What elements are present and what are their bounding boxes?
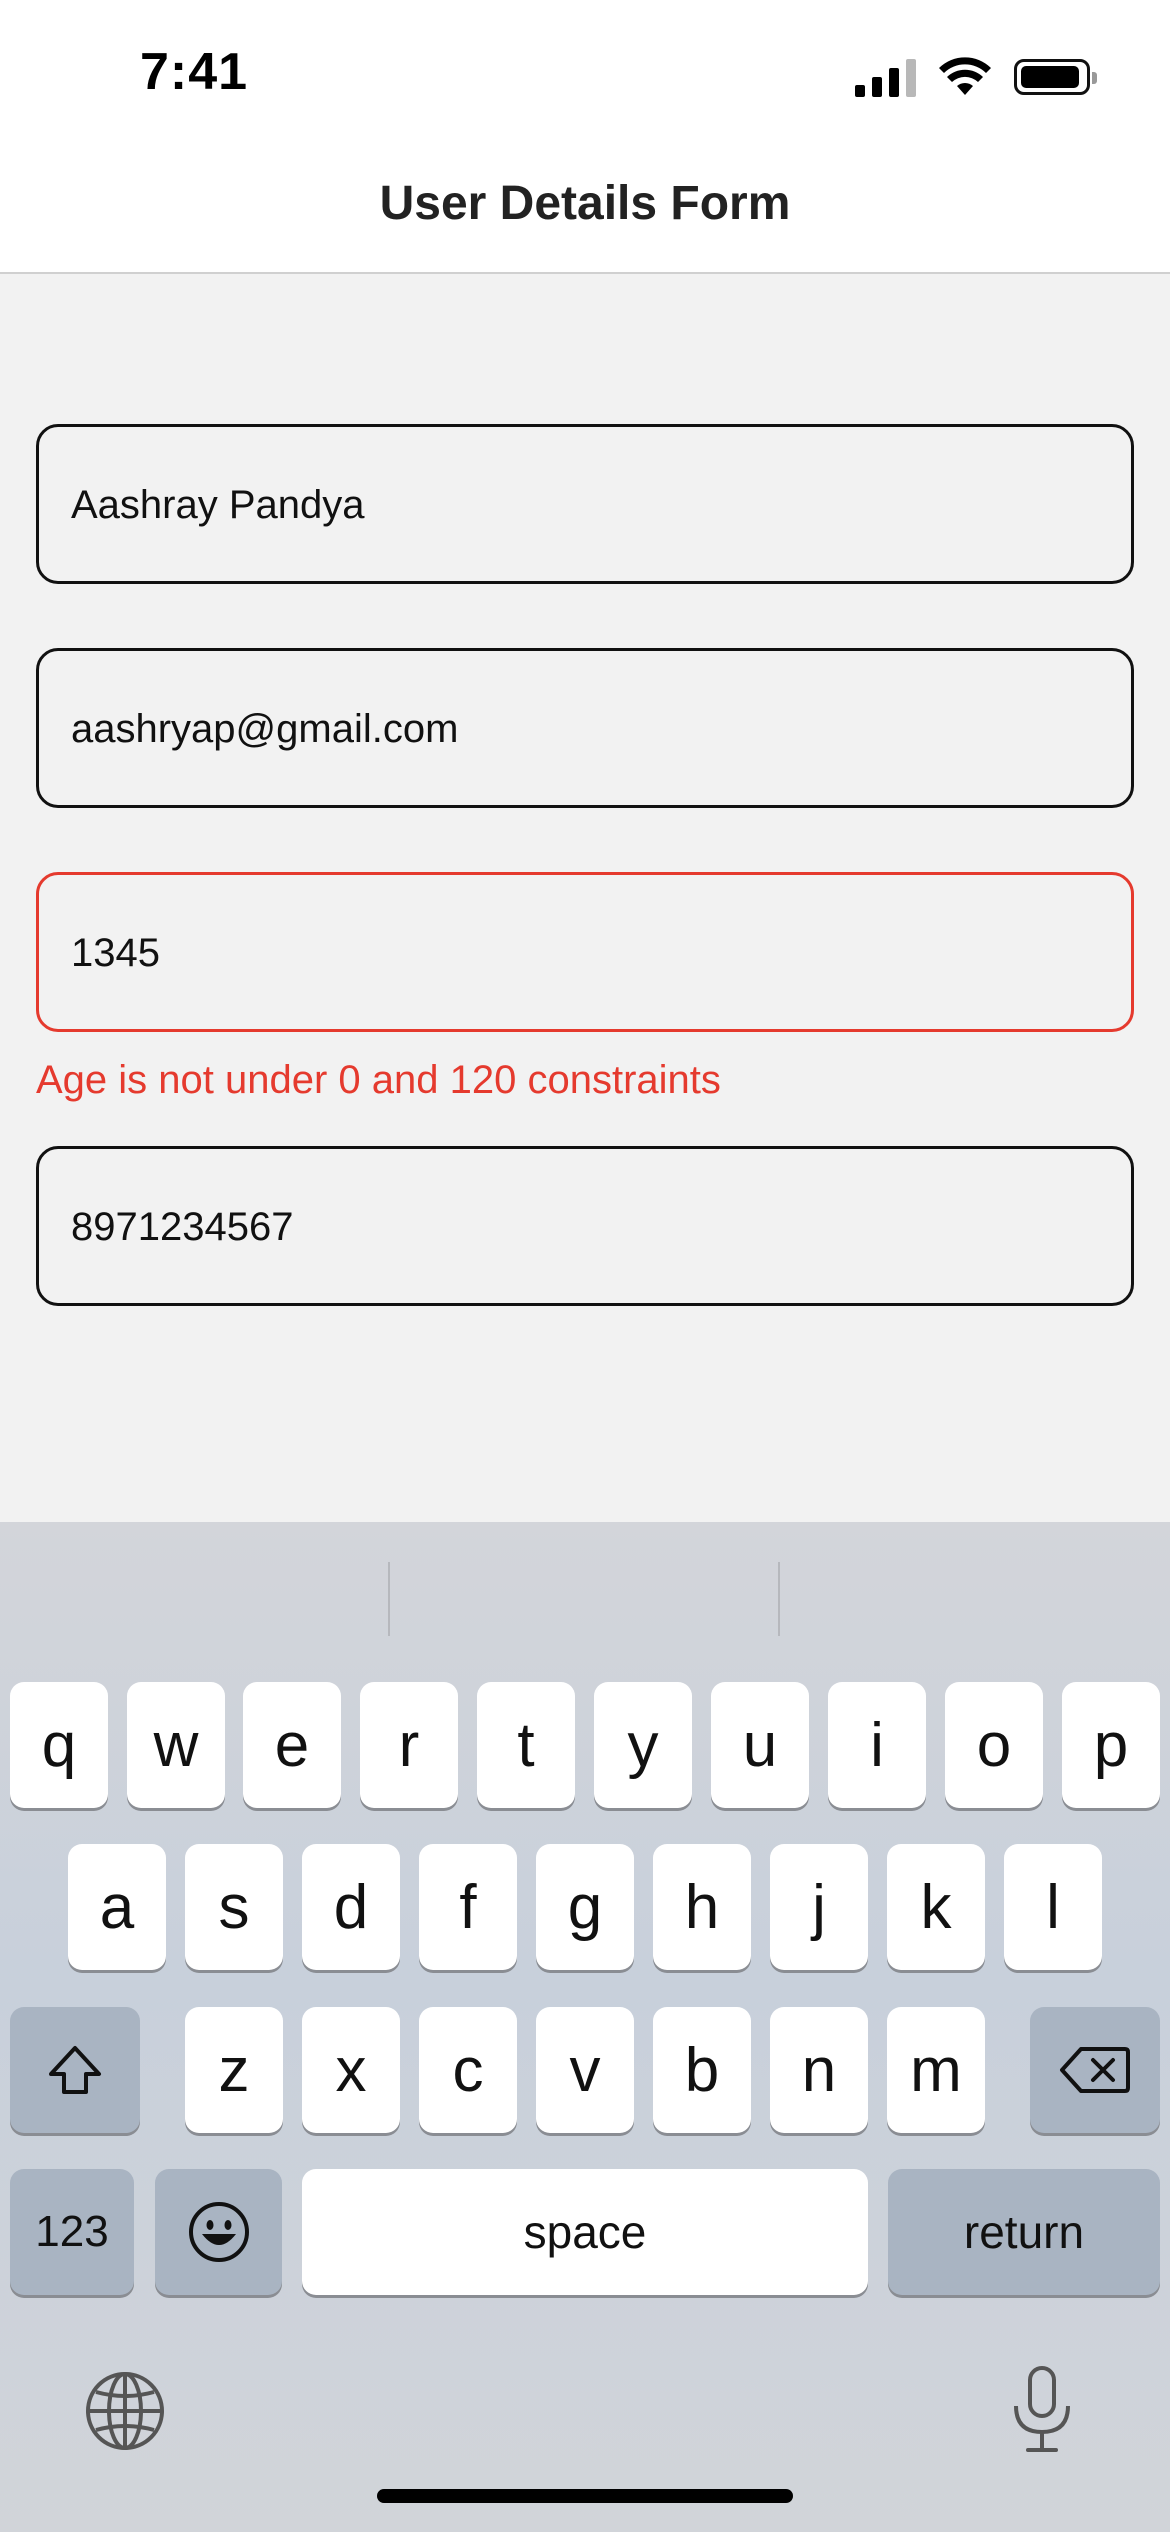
- key-o[interactable]: o: [945, 1682, 1043, 1808]
- status-icons: [855, 52, 1097, 102]
- backspace-icon: [1060, 2047, 1130, 2093]
- home-indicator: [377, 2489, 793, 2503]
- keyboard: q w e r t y u i o p a s d f g h j k l z …: [0, 1522, 1170, 2532]
- predictive-divider: [778, 1562, 780, 1636]
- wifi-icon: [939, 57, 991, 95]
- return-key[interactable]: return: [888, 2169, 1160, 2295]
- shift-key[interactable]: [10, 2007, 140, 2133]
- name-field-value: Aashray Pandya: [71, 483, 365, 527]
- cellular-signal-icon: [855, 57, 916, 97]
- key-f[interactable]: f: [419, 1844, 517, 1970]
- key-n[interactable]: n: [770, 2007, 868, 2133]
- page-title: User Details Form: [379, 177, 791, 230]
- key-r[interactable]: r: [360, 1682, 458, 1808]
- navigation-bar: User Details Form: [0, 150, 1170, 274]
- key-t[interactable]: t: [477, 1682, 575, 1808]
- key-d[interactable]: d: [302, 1844, 400, 1970]
- predictive-text-bar: [0, 1522, 1170, 1672]
- key-a[interactable]: a: [68, 1844, 166, 1970]
- numbers-key[interactable]: 123: [10, 2169, 134, 2295]
- key-y[interactable]: y: [594, 1682, 692, 1808]
- emoji-icon: [188, 2202, 249, 2262]
- globe-icon[interactable]: [84, 2370, 166, 2452]
- phone-field[interactable]: 8971234567: [36, 1146, 1134, 1306]
- key-j[interactable]: j: [770, 1844, 868, 1970]
- key-g[interactable]: g: [536, 1844, 634, 1970]
- name-field[interactable]: Aashray Pandya: [36, 424, 1134, 584]
- space-key[interactable]: space: [302, 2169, 868, 2295]
- key-p[interactable]: p: [1062, 1682, 1160, 1808]
- user-details-form: Aashray Pandya aashryap@gmail.com 1345 A…: [36, 424, 1134, 1370]
- key-k[interactable]: k: [887, 1844, 985, 1970]
- key-h[interactable]: h: [653, 1844, 751, 1970]
- age-field[interactable]: 1345: [36, 872, 1134, 1032]
- status-bar: 7:41: [0, 0, 1170, 150]
- key-v[interactable]: v: [536, 2007, 634, 2133]
- key-w[interactable]: w: [127, 1682, 225, 1808]
- phone-field-value: 8971234567: [71, 1205, 294, 1249]
- key-c[interactable]: c: [419, 2007, 517, 2133]
- key-z[interactable]: z: [185, 2007, 283, 2133]
- age-error-message: Age is not under 0 and 120 constraints: [36, 1058, 721, 1102]
- key-s[interactable]: s: [185, 1844, 283, 1970]
- status-time: 7:41: [140, 43, 249, 101]
- key-i[interactable]: i: [828, 1682, 926, 1808]
- predictive-divider: [388, 1562, 390, 1636]
- emoji-key[interactable]: [155, 2169, 282, 2295]
- shift-arrow-icon: [49, 2046, 101, 2094]
- key-q[interactable]: q: [10, 1682, 108, 1808]
- key-x[interactable]: x: [302, 2007, 400, 2133]
- key-l[interactable]: l: [1004, 1844, 1102, 1970]
- battery-icon: [1014, 59, 1097, 95]
- key-m[interactable]: m: [887, 2007, 985, 2133]
- email-field-value: aashryap@gmail.com: [71, 707, 459, 751]
- age-field-value: 1345: [71, 931, 160, 975]
- key-e[interactable]: e: [243, 1682, 341, 1808]
- key-u[interactable]: u: [711, 1682, 809, 1808]
- key-b[interactable]: b: [653, 2007, 751, 2133]
- email-field[interactable]: aashryap@gmail.com: [36, 648, 1134, 808]
- microphone-icon[interactable]: [1008, 2364, 1076, 2456]
- delete-key[interactable]: [1030, 2007, 1160, 2133]
